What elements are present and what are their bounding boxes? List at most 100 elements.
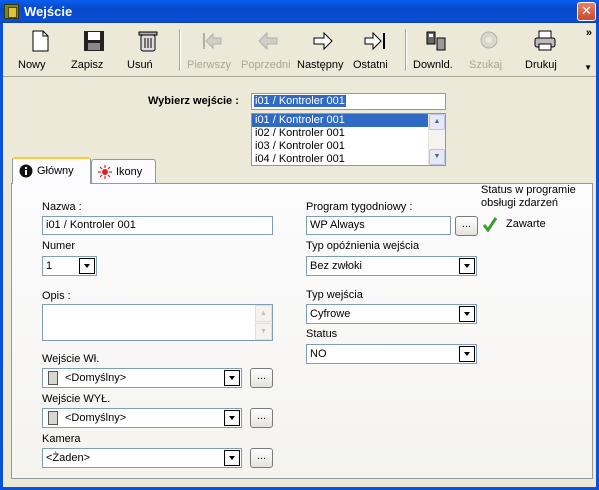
last-button-label: Ostatni	[353, 59, 388, 71]
chevron-down-icon[interactable]	[459, 346, 475, 362]
window-frame-left	[0, 23, 3, 490]
tab-icons[interactable]: Ikony	[91, 159, 156, 183]
description-field[interactable]: ▲ ▼	[42, 304, 273, 341]
input-delay-type-select[interactable]: Bez zwłoki	[306, 256, 477, 276]
input-delay-type-value: Bez zwłoki	[310, 260, 362, 272]
download-button-label: Downld.	[413, 59, 453, 71]
first-arrow-icon	[200, 29, 224, 53]
next-button[interactable]: Następny	[297, 29, 349, 75]
weekly-program-field[interactable]: WP Always	[306, 216, 451, 235]
toolbar-separator	[179, 29, 181, 71]
last-button[interactable]: Ostatni	[353, 29, 397, 75]
input-on-select[interactable]: <Domyślny>	[42, 368, 242, 388]
search-icon	[477, 29, 501, 53]
next-button-label: Następny	[297, 59, 344, 71]
first-button-label: Pierwszy	[187, 59, 232, 71]
info-icon	[19, 164, 33, 178]
print-button-label: Drukuj	[525, 59, 557, 71]
chevron-down-icon[interactable]	[459, 306, 475, 322]
check-icon	[482, 216, 498, 235]
first-button[interactable]: Pierwszy	[187, 29, 237, 75]
new-button[interactable]: Nowy	[18, 29, 62, 75]
camera-select[interactable]: <Żaden>	[42, 448, 242, 468]
camera-value: <Żaden>	[46, 452, 91, 464]
input-selector-list[interactable]: i01 / Kontroler 001 i02 / Kontroler 001 …	[251, 113, 446, 166]
save-button[interactable]: Zapisz	[71, 29, 117, 75]
input-selector-label: Wybierz wejście :	[148, 95, 239, 107]
number-value: 1	[46, 260, 53, 272]
scroll-up-arrow[interactable]: ▲	[429, 114, 445, 130]
camera-label: Kamera	[42, 433, 81, 445]
status-select[interactable]: NO	[306, 344, 477, 364]
list-scrollbar[interactable]: ▲ ▼	[428, 114, 445, 165]
floppy-disk-icon	[82, 29, 106, 53]
event-status-label: Status w programie obsługi zdarzeń	[481, 184, 576, 209]
search-button[interactable]: Szukaj	[469, 29, 509, 75]
status-value: NO	[310, 348, 327, 360]
save-button-label: Zapisz	[71, 59, 104, 71]
toolbar-overflow-button[interactable]: »	[586, 27, 592, 39]
description-scrollbar[interactable]: ▲ ▼	[255, 305, 272, 340]
delete-button-label: Usuń	[127, 59, 153, 71]
close-button[interactable]: ✕	[577, 2, 596, 21]
previous-button[interactable]: Poprzedni	[241, 29, 295, 75]
input-off-value: <Domyślny>	[65, 412, 127, 424]
input-type-value: Cyfrowe	[310, 308, 351, 320]
trash-icon	[136, 29, 160, 53]
chevron-down-icon[interactable]	[459, 258, 475, 274]
chevron-down-icon[interactable]	[224, 410, 240, 426]
toolbar: Nowy Zapisz Usuń Pierwszy Poprzedni Nast…	[3, 23, 596, 77]
number-label: Numer	[42, 240, 76, 252]
print-button[interactable]: Drukuj	[525, 29, 565, 75]
window-title: Wejście	[24, 4, 73, 19]
weekly-program-label: Program tygodniowy :	[306, 201, 413, 213]
prev-arrow-icon	[256, 29, 280, 53]
toolbar-dropdown-icon[interactable]: ▼	[584, 63, 592, 72]
name-field[interactable]: i01 / Kontroler 001	[42, 216, 273, 235]
input-delay-type-label: Typ opóźnienia wejścia	[306, 240, 420, 252]
light-icon	[98, 165, 112, 179]
delete-button[interactable]: Usuń	[127, 29, 169, 75]
list-item[interactable]: i03 / Kontroler 001	[252, 140, 428, 153]
name-label: Nazwa :	[42, 201, 82, 213]
scroll-up-arrow[interactable]: ▲	[255, 305, 272, 322]
printer-icon	[533, 29, 557, 53]
next-arrow-icon	[311, 29, 335, 53]
input-type-select[interactable]: Cyfrowe	[306, 304, 477, 324]
chevron-down-icon[interactable]	[79, 258, 95, 274]
input-on-label: Wejście Wł.	[42, 353, 100, 365]
tab-icons-label: Ikony	[116, 165, 143, 178]
event-status-value: Zawarte	[506, 218, 546, 230]
app-icon	[4, 4, 19, 19]
toolbar-separator	[405, 29, 407, 71]
input-off-label: Wejście WYŁ.	[42, 393, 111, 405]
list-item[interactable]: i02 / Kontroler 001	[252, 127, 428, 140]
tab-main[interactable]: Główny	[12, 157, 91, 184]
last-arrow-icon	[363, 29, 387, 53]
search-button-label: Szukaj	[469, 59, 503, 71]
camera-browse-button[interactable]: ...	[250, 448, 273, 468]
input-off-select[interactable]: <Domyślny>	[42, 408, 242, 428]
input-on-browse-button[interactable]: ...	[250, 368, 273, 388]
number-select[interactable]: 1	[42, 256, 97, 276]
scroll-down-arrow[interactable]: ▼	[255, 323, 272, 340]
chevron-down-icon[interactable]	[224, 450, 240, 466]
title-bar: Wejście ✕	[0, 0, 599, 23]
download-icon	[424, 29, 448, 53]
status-label: Status	[306, 328, 338, 340]
description-label: Opis :	[42, 290, 71, 302]
previous-button-label: Poprzedni	[241, 59, 291, 71]
new-document-icon	[28, 29, 52, 53]
input-off-browse-button[interactable]: ...	[250, 408, 273, 428]
list-item[interactable]: i01 / Kontroler 001	[252, 114, 428, 127]
download-button[interactable]: Downld.	[413, 29, 459, 75]
new-button-label: Nowy	[18, 59, 46, 71]
input-selector-field[interactable]: i01 / Kontroler 001	[251, 93, 446, 110]
chevron-down-icon[interactable]	[224, 370, 240, 386]
list-item[interactable]: i04 / Kontroler 001	[252, 153, 428, 165]
input-type-label: Typ wejścia	[306, 289, 363, 301]
weekly-program-browse-button[interactable]: ...	[455, 216, 478, 236]
door-closed-icon	[48, 411, 58, 425]
scroll-down-arrow[interactable]: ▼	[429, 149, 445, 165]
door-open-icon	[48, 371, 58, 385]
